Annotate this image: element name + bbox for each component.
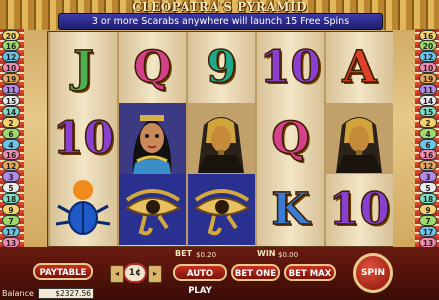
symbol-cleopatra <box>119 103 186 174</box>
balance-label: Balance <box>2 289 34 298</box>
symbol-10: 10 <box>259 41 322 94</box>
payline-indicator-4[interactable]: 4 <box>419 127 437 139</box>
payline-indicator-15[interactable]: 15 <box>419 105 437 117</box>
symbol-scarab <box>50 174 117 245</box>
symbol-10: 10 <box>328 183 391 236</box>
payline-indicator-5[interactable]: 5 <box>419 182 437 194</box>
payline-indicator-11[interactable]: 11 <box>419 84 437 95</box>
paytable-button[interactable]: PAYTABLE <box>33 263 93 280</box>
balance-value: $2327.56 <box>38 288 94 299</box>
payline-indicator-16[interactable]: 16 <box>2 40 20 52</box>
payline-indicator-3[interactable]: 3 <box>2 171 20 183</box>
payline-indicator-20[interactable]: 20 <box>2 29 20 41</box>
auto-play-button[interactable]: AUTO PLAY <box>173 264 227 296</box>
payline-indicator-19[interactable]: 19 <box>2 73 20 85</box>
bet-value: $0.20 <box>196 251 217 259</box>
win-label: WIN <box>257 249 276 258</box>
payline-indicator-2[interactable]: 2 <box>419 116 437 128</box>
payline-indicator-13[interactable]: 13 <box>2 236 20 248</box>
symbol-J: J <box>72 41 94 94</box>
payline-indicator-3[interactable]: 3 <box>419 171 437 183</box>
symbol-Q: Q <box>133 41 173 94</box>
payline-indicator-7[interactable]: 7 <box>2 214 20 226</box>
symbol-Q: Q <box>271 112 311 165</box>
payline-indicator-6[interactable]: 6 <box>419 138 437 150</box>
payline-indicator-14[interactable]: 14 <box>2 105 20 117</box>
bet-one-button[interactable]: BET ONE <box>231 264 280 281</box>
payline-indicator-15[interactable]: 15 <box>2 94 20 106</box>
payline-indicator-6[interactable]: 6 <box>2 127 20 139</box>
payline-indicator-10[interactable]: 10 <box>419 62 437 74</box>
coin-value[interactable]: 1¢ <box>123 263 147 283</box>
symbol-A: A <box>342 41 378 94</box>
payline-indicator-12[interactable]: 12 <box>419 51 437 63</box>
game-title: CLEOPATRA'S PYRAMID <box>132 0 307 14</box>
payline-indicator-13[interactable]: 13 <box>419 236 437 248</box>
payline-indicator-16[interactable]: 16 <box>419 149 437 161</box>
coin-decrease-button[interactable]: ◂ <box>110 265 124 283</box>
symbol-K: K <box>271 183 311 236</box>
payline-indicator-4[interactable]: 4 <box>2 138 20 150</box>
payline-indicator-7[interactable]: 7 <box>419 214 437 226</box>
payline-indicator-18[interactable]: 18 <box>2 193 20 204</box>
payline-indicator-18[interactable]: 18 <box>419 193 437 204</box>
payline-indicator-16[interactable]: 16 <box>2 149 20 161</box>
slot-machine: CLEOPATRA'S PYRAMID 3 or more Scarabs an… <box>0 0 439 300</box>
payline-indicator-12[interactable]: 12 <box>2 51 20 63</box>
win-value: $0.00 <box>278 251 299 259</box>
reel-5: A 10 <box>326 32 393 246</box>
coin-increase-button[interactable]: ▸ <box>148 265 162 283</box>
payline-indicator-16[interactable]: 16 <box>419 29 437 41</box>
bet-label: BET <box>175 249 193 258</box>
payline-indicator-9[interactable]: 9 <box>2 203 20 215</box>
symbol-eye-of-horus <box>188 174 255 245</box>
reel-2: Q <box>119 32 186 246</box>
reel-3: 9 <box>188 32 255 246</box>
symbol-10: 10 <box>52 112 115 165</box>
payline-indicator-11[interactable]: 11 <box>2 84 20 95</box>
payline-indicator-17[interactable]: 17 <box>419 225 437 237</box>
payline-indicator-2[interactable]: 2 <box>2 116 20 128</box>
spin-button[interactable]: SPIN <box>353 253 393 293</box>
payline-indicators-left: 20 16 12 10 19 11 15 14 2 6 4 16 12 3 5 18 9 7 17 13 <box>0 29 24 248</box>
bet-max-button[interactable]: BET MAX <box>284 264 336 281</box>
payline-indicators-right: 16 20 12 10 19 11 14 15 2 4 6 16 12 3 5 18 9 7 17 13 <box>415 29 439 248</box>
payline-indicator-17[interactable]: 17 <box>2 225 20 237</box>
payline-indicator-19[interactable]: 19 <box>419 73 437 85</box>
reels-area: J 10 Q 9 10 Q K A 10 <box>47 31 393 247</box>
symbol-sphinx <box>326 103 393 174</box>
payline-indicator-10[interactable]: 10 <box>2 62 20 74</box>
control-panel: PAYTABLE BET $0.20 WIN $0.00 ◂ 1¢ ▸ AUTO… <box>0 247 439 300</box>
payline-indicator-20[interactable]: 20 <box>419 40 437 52</box>
symbol-eye-of-horus <box>119 174 186 245</box>
payline-indicator-12[interactable]: 12 <box>419 160 437 172</box>
payline-indicator-12[interactable]: 12 <box>2 160 20 172</box>
payline-indicator-9[interactable]: 9 <box>419 203 437 215</box>
reel-4: 10 Q K <box>257 32 324 246</box>
payline-indicator-14[interactable]: 14 <box>419 94 437 106</box>
free-spins-banner: 3 or more Scarabs anywhere will launch 1… <box>58 13 383 30</box>
reel-1: J 10 <box>50 32 117 246</box>
symbol-sphinx <box>188 103 255 174</box>
symbol-9: 9 <box>205 41 237 94</box>
payline-indicator-5[interactable]: 5 <box>2 182 20 194</box>
